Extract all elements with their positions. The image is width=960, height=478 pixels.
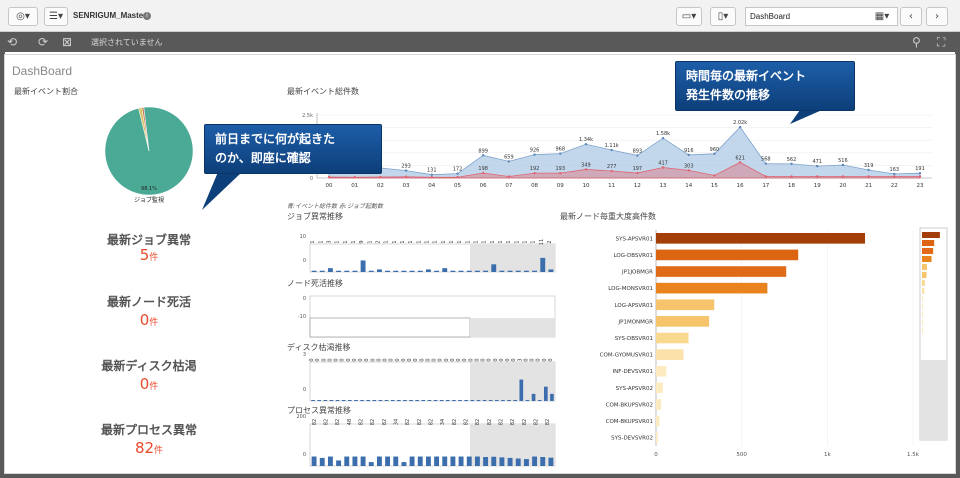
- forward-step-icon[interactable]: ⟳: [38, 35, 48, 49]
- clear-selections-icon[interactable]: ⊠: [62, 35, 72, 49]
- navigation-menu-button[interactable]: ◎▾: [8, 7, 38, 26]
- kpi-node-value: 0件: [139, 311, 159, 329]
- grid-icon: ▦▾: [874, 11, 890, 22]
- kpi-disk-label: 最新ディスク枯渇: [101, 359, 197, 373]
- sheet-selector-label: DashBoard: [750, 12, 791, 21]
- bookmark-button[interactable]: ▯▾: [710, 7, 736, 26]
- kpi-unit: 件: [149, 318, 159, 328]
- trend-chart-legend: 青:イベント総件数 赤:ジョブ起動数: [287, 203, 383, 210]
- list-menu-icon: ☰▾: [49, 11, 63, 22]
- kpi-unit: 件: [149, 253, 159, 263]
- selections-bar: ⟲ ⟳ ⊠ 選択されていません ⚲ ⛶: [0, 32, 960, 52]
- kpi-job-value: 5件: [139, 246, 159, 264]
- screen-icon: ▭▾: [681, 11, 697, 22]
- pie-chart-title: 最新イベント割合: [14, 87, 78, 96]
- sheet-title: DashBoard: [12, 64, 73, 78]
- callout-left-line1: 前日までに何が起きた: [215, 132, 336, 146]
- prev-sheet-button[interactable]: ‹: [900, 7, 922, 26]
- disk-chart-title: ディスク枯渇推移: [287, 343, 351, 352]
- present-button[interactable]: ▭▾: [676, 7, 702, 26]
- kpi-unit: 件: [149, 382, 159, 392]
- app-toolbar: ◎▾ ☰▾ SENRIGUM_Master i ▭▾ ▯▾ DashBoard …: [0, 0, 960, 32]
- sheet-grid-button[interactable]: ▦▾: [870, 7, 894, 26]
- bookmark-icon: ▯▾: [717, 11, 729, 22]
- selection-tool-icon[interactable]: ⛶: [937, 35, 945, 49]
- trend-chart-title: 最新イベント総件数: [287, 87, 359, 96]
- kpi-disk-value: 0件: [139, 375, 159, 393]
- info-icon[interactable]: i: [143, 12, 151, 20]
- callout-left-line2: のか、即座に確認: [215, 151, 311, 165]
- next-sheet-button[interactable]: ›: [926, 7, 948, 26]
- search-icon[interactable]: ⚲: [912, 35, 921, 49]
- compass-icon: ◎▾: [16, 11, 30, 22]
- frame-bottom: [0, 474, 960, 478]
- chevron-right-icon: ›: [935, 11, 939, 22]
- kpi-proc-label: 最新プロセス異常: [100, 423, 197, 437]
- back-step-icon[interactable]: ⟲: [7, 35, 17, 49]
- sheet-canvas: [4, 54, 956, 474]
- callout-right-line2: 発生件数の推移: [686, 88, 771, 102]
- callout-right-line1: 時間毎の最新イベント: [686, 69, 807, 83]
- selections-status: 選択されていません: [91, 38, 163, 47]
- global-menu-button[interactable]: ☰▾: [44, 7, 68, 26]
- node-bar-chart-title: 最新ノード毎重大度高件数: [560, 212, 656, 221]
- node-chart-title: ノード死活推移: [287, 279, 343, 288]
- proc-chart-title: プロセス異常推移: [287, 406, 351, 415]
- callout-left: 前日までに何が起きた のか、即座に確認: [204, 124, 382, 174]
- app-name: SENRIGUM_Master: [73, 11, 147, 20]
- callout-right: 時間毎の最新イベント 発生件数の推移: [675, 61, 855, 111]
- kpi-proc-value: 82件: [134, 439, 164, 457]
- chevron-left-icon: ‹: [909, 11, 913, 22]
- kpi-unit: 件: [154, 446, 164, 456]
- kpi-node-label: 最新ノード死活: [106, 295, 191, 309]
- job-chart-title: ジョブ異常推移: [287, 212, 343, 221]
